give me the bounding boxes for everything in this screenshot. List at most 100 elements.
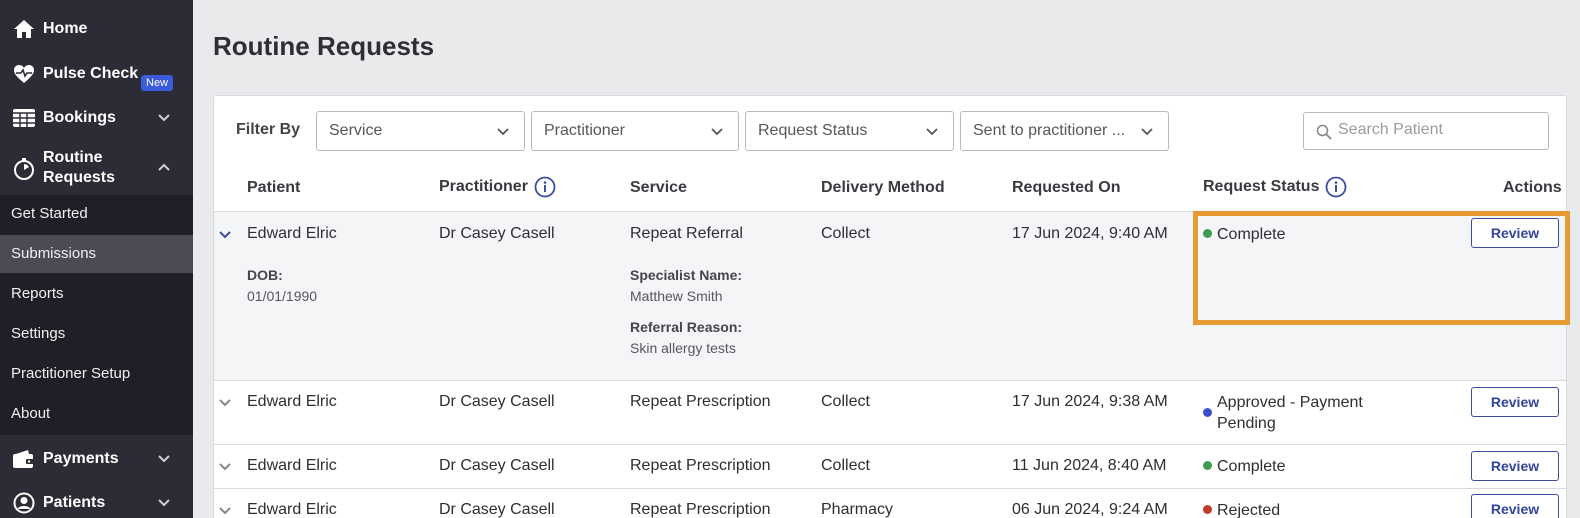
new-badge: New — [141, 75, 174, 91]
chevron-down-icon — [926, 128, 938, 136]
cell-patient: Edward Elric — [247, 225, 337, 242]
practitioner-filter-select[interactable]: Practitioner — [531, 111, 739, 151]
review-button[interactable]: Review — [1471, 387, 1559, 417]
detail-label-specialist: Specialist Name: — [630, 267, 743, 283]
sidebar-item-home[interactable]: Home — [0, 18, 193, 40]
divider — [213, 444, 1567, 445]
header-label: Request Status — [1203, 178, 1320, 195]
sidebar-item-pulse-check[interactable]: Pulse Check New — [0, 62, 193, 91]
chevron-down-icon — [711, 128, 723, 136]
sidebar-item-label: Payments — [43, 450, 119, 467]
cell-requested-on: 06 Jun 2024, 9:24 AM — [1012, 501, 1168, 518]
cell-service: Repeat Prescription — [630, 393, 771, 410]
header-label: Patient — [247, 179, 301, 196]
sidebar-subitem-about[interactable]: About — [0, 395, 193, 433]
column-header-service[interactable]: Service — [630, 179, 687, 197]
cell-practitioner: Dr Casey Casell — [439, 225, 555, 242]
chevron-down-icon — [158, 114, 170, 122]
sidebar-item-bookings[interactable]: Bookings — [0, 107, 193, 129]
select-value: Practitioner — [544, 122, 625, 139]
request-status-filter-select[interactable]: Request Status — [745, 111, 954, 151]
cell-patient: Edward Elric — [247, 457, 337, 474]
divider — [213, 380, 1567, 381]
status-dot — [1203, 505, 1212, 514]
cell-patient: Edward Elric — [247, 393, 337, 410]
header-label: Actions — [1503, 179, 1562, 196]
review-button[interactable]: Review — [1471, 494, 1559, 518]
chevron-down-icon[interactable] — [218, 504, 232, 518]
column-header-delivery-method[interactable]: Delivery Method — [821, 179, 945, 197]
chevron-down-icon[interactable] — [218, 396, 232, 410]
cell-service: Repeat Prescription — [630, 457, 771, 474]
heart-pulse-icon — [12, 62, 36, 86]
divider — [213, 488, 1567, 489]
sidebar-subitem-settings[interactable]: Settings — [0, 315, 193, 353]
sidebar-item-patients[interactable]: Patients — [0, 492, 193, 514]
chevron-up-icon — [158, 163, 170, 171]
detail-value-specialist: Matthew Smith — [630, 288, 723, 304]
review-button[interactable]: Review — [1471, 451, 1559, 481]
sidebar-subitem-get-started[interactable]: Get Started — [0, 195, 193, 233]
calendar-grid-icon — [12, 106, 36, 130]
select-value: Request Status — [758, 122, 868, 139]
cell-requested-on: 17 Jun 2024, 9:38 AM — [1012, 393, 1168, 410]
chevron-down-icon — [497, 128, 509, 136]
routine-requests-submenu: Get Started Submissions Reports Settings… — [0, 195, 193, 435]
cell-practitioner: Dr Casey Casell — [439, 457, 555, 474]
page-title: Routine Requests — [213, 31, 435, 61]
sidebar-item-label: Routine — [43, 149, 103, 166]
sidebar-item-payments[interactable]: Payments — [0, 448, 193, 470]
header-label: Requested On — [1012, 179, 1121, 196]
column-header-requested-on[interactable]: Requested On — [1012, 179, 1120, 197]
status-badge-continued: Pending — [1217, 415, 1276, 432]
sidebar-item-label: Requests — [43, 169, 116, 186]
column-header-request-status[interactable]: Request Status — [1203, 176, 1347, 198]
user-circle-icon — [12, 491, 36, 515]
header-label: Service — [630, 179, 687, 196]
wallet-icon — [12, 447, 36, 471]
subitem-label: Settings — [11, 325, 66, 342]
chevron-down-icon[interactable] — [218, 228, 232, 242]
cell-requested-on: 17 Jun 2024, 9:40 AM — [1012, 225, 1168, 242]
cell-service: Repeat Referral — [630, 225, 743, 242]
info-icon[interactable] — [1325, 176, 1347, 198]
column-header-practitioner[interactable]: Practitioner — [439, 176, 556, 198]
detail-label-dob: DOB: — [247, 267, 283, 283]
header-label: Practitioner — [439, 178, 528, 195]
sidebar-item-label: Home — [43, 20, 88, 37]
sidebar-subitem-reports[interactable]: Reports — [0, 275, 193, 313]
info-icon[interactable] — [534, 176, 556, 198]
detail-value-reason: Skin allergy tests — [630, 340, 736, 356]
chevron-down-icon — [1141, 128, 1153, 136]
sidebar-item-label: Pulse Check — [43, 65, 139, 82]
chevron-down-icon — [158, 499, 170, 507]
sidebar-item-routine-requests[interactable]: Routine Requests — [0, 148, 193, 190]
cell-practitioner: Dr Casey Casell — [439, 501, 555, 518]
subitem-label: Practitioner Setup — [11, 365, 131, 382]
status-dot — [1203, 408, 1212, 417]
subitem-label: Get Started — [11, 205, 88, 222]
cell-service: Repeat Prescription — [630, 501, 771, 518]
subitem-label: About — [11, 405, 51, 422]
sent-to-practitioner-filter-select[interactable]: Sent to practitioner ... — [960, 111, 1169, 151]
chevron-down-icon — [158, 455, 170, 463]
cell-patient: Edward Elric — [247, 501, 337, 518]
sidebar: Home Pulse Check New Bookings Routine Re… — [0, 0, 193, 518]
header-label: Delivery Method — [821, 179, 945, 196]
status-badge: Rejected — [1217, 502, 1281, 518]
column-header-patient[interactable]: Patient — [247, 179, 300, 197]
sidebar-subitem-practitioner-setup[interactable]: Practitioner Setup — [0, 355, 193, 393]
filter-by-label: Filter By — [236, 121, 301, 138]
cell-delivery: Collect — [821, 457, 870, 474]
detail-value-dob: 01/01/1990 — [247, 288, 318, 304]
status-highlight-box — [1193, 211, 1570, 325]
service-filter-select[interactable]: Service — [316, 111, 525, 151]
status-badge: Complete — [1217, 458, 1286, 475]
sidebar-subitem-submissions[interactable]: Submissions — [0, 235, 193, 273]
search-patient-input[interactable] — [1338, 121, 1538, 139]
cell-requested-on: 11 Jun 2024, 8:40 AM — [1012, 457, 1167, 474]
home-icon — [12, 17, 36, 41]
search-patient-box — [1303, 112, 1549, 150]
cell-delivery: Collect — [821, 225, 870, 242]
chevron-down-icon[interactable] — [218, 460, 232, 474]
